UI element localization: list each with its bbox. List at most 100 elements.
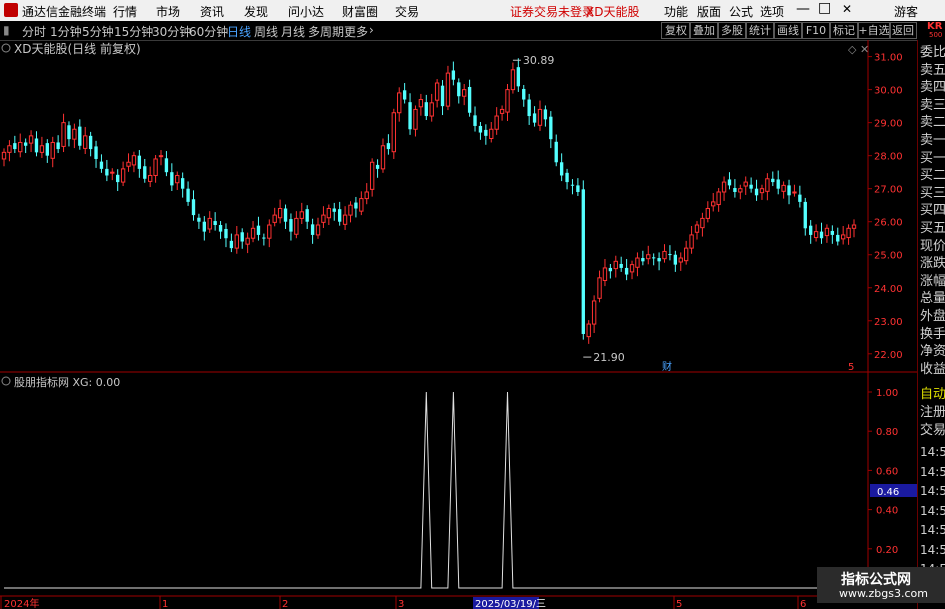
candle bbox=[342, 206, 348, 230]
period-5min[interactable]: 5分钟 bbox=[82, 23, 114, 40]
main-chart-label: XD天能股(日线 前复权) bbox=[14, 41, 141, 56]
menu-hangqing[interactable]: 行情 bbox=[113, 3, 137, 20]
chevron-right-icon[interactable]: › bbox=[369, 23, 374, 37]
f10-button[interactable]: F10 bbox=[801, 22, 831, 39]
candle bbox=[516, 58, 521, 92]
indicator-collapse-icon[interactable] bbox=[1, 376, 11, 386]
side-lower-label[interactable]: 交易 bbox=[920, 419, 945, 438]
overlay-button[interactable]: 叠加 bbox=[689, 22, 719, 39]
candle bbox=[424, 94, 428, 121]
price-axis: 22.00 23.00 24.00 25.00 26.00 27.00 28.00 29.00… bbox=[868, 53, 903, 361]
period-1min[interactable]: 1分钟 bbox=[50, 23, 82, 40]
period-30min[interactable]: 30分钟 bbox=[152, 23, 191, 40]
side-row-label: 买一 bbox=[920, 150, 945, 166]
mark-button[interactable]: 标记 bbox=[829, 22, 859, 39]
candle bbox=[813, 224, 819, 242]
candle bbox=[597, 270, 602, 303]
candle bbox=[494, 107, 499, 135]
menu-faxian[interactable]: 发现 bbox=[244, 3, 268, 20]
candle bbox=[321, 206, 326, 228]
candle bbox=[23, 138, 28, 154]
period-menu-icon[interactable]: ▮ bbox=[3, 23, 10, 37]
menu-gongneng[interactable]: 功能 bbox=[664, 3, 688, 20]
candle bbox=[289, 213, 293, 241]
candle bbox=[250, 221, 256, 243]
guest-label[interactable]: 游客 bbox=[894, 3, 918, 20]
period-day[interactable]: 日线 bbox=[227, 23, 251, 40]
back-button[interactable]: 返回 bbox=[889, 22, 917, 39]
menu-wenxiaoda[interactable]: 问小达 bbox=[288, 3, 324, 20]
candle bbox=[180, 172, 185, 198]
candle bbox=[689, 226, 694, 254]
candle bbox=[99, 154, 104, 173]
fuquan-button[interactable]: 复权 bbox=[661, 22, 691, 39]
statistics-button[interactable]: 统计 bbox=[745, 22, 775, 39]
period-15min[interactable]: 15分钟 bbox=[114, 23, 153, 40]
menu-gongshi[interactable]: 公式 bbox=[729, 3, 753, 20]
menu-shichang[interactable]: 市场 bbox=[156, 3, 180, 20]
candle bbox=[120, 161, 126, 187]
side-panel-header: KR 500 bbox=[918, 21, 945, 40]
candle bbox=[283, 204, 288, 229]
period-week[interactable]: 周线 bbox=[254, 23, 278, 40]
candle bbox=[191, 190, 196, 221]
candle bbox=[413, 105, 418, 137]
candle bbox=[28, 130, 34, 153]
financial-report-marker[interactable]: 财 bbox=[662, 360, 672, 373]
candle bbox=[711, 192, 716, 212]
pane-close-icon[interactable]: ✕ bbox=[860, 43, 869, 56]
side-lower-label[interactable]: 注册 bbox=[920, 401, 945, 420]
period-multi[interactable]: 多周期 bbox=[308, 23, 344, 40]
candle bbox=[110, 168, 115, 181]
period-60min[interactable]: 60分钟 bbox=[189, 23, 228, 40]
candle bbox=[277, 199, 283, 224]
candle bbox=[137, 150, 142, 178]
candle bbox=[792, 184, 797, 197]
close-icon[interactable]: ✕ bbox=[842, 2, 852, 16]
candle bbox=[61, 113, 66, 153]
side-row-label: 买四 bbox=[920, 203, 945, 219]
price-tick-label: 27.00 bbox=[874, 185, 903, 196]
indicator-tick-label: 0.20 bbox=[876, 545, 898, 556]
price-tick-label: 26.00 bbox=[874, 218, 903, 229]
candle bbox=[602, 259, 608, 287]
menu-xuanxiang[interactable]: 选项 bbox=[760, 3, 784, 20]
candle bbox=[310, 218, 315, 244]
pane-collapse-icon[interactable] bbox=[1, 43, 11, 53]
candlestick-series bbox=[1, 58, 857, 344]
period-more[interactable]: 更多 bbox=[344, 23, 368, 40]
candle bbox=[256, 216, 261, 241]
menu-jiaoyi[interactable]: 交易 bbox=[395, 3, 419, 20]
watermark-url: www.zbgs3.com bbox=[839, 587, 928, 600]
candle bbox=[836, 227, 840, 246]
maximize-icon[interactable]: □ bbox=[818, 0, 831, 16]
settings-diamond-icon[interactable]: ◇ bbox=[848, 43, 857, 56]
candle bbox=[305, 205, 309, 229]
title-bar: 通达信金融终端 行情 市场 资讯 发现 问小达 财富圈 交易 证券交易未登录 X… bbox=[0, 0, 945, 21]
period-month[interactable]: 月线 bbox=[281, 23, 305, 40]
chart-area[interactable]: XD天能股(日线 前复权) 股朋指标网 XG: 0.00 ◇ ✕ 22.0023… bbox=[0, 40, 917, 609]
period-fenshi[interactable]: 分时 bbox=[22, 23, 46, 40]
add-watchlist-button[interactable]: +自选 bbox=[857, 22, 891, 39]
draw-line-button[interactable]: 画线 bbox=[773, 22, 803, 39]
candle bbox=[749, 177, 753, 193]
minimize-icon[interactable]: — bbox=[796, 1, 810, 17]
menu-zixun[interactable]: 资讯 bbox=[200, 3, 224, 20]
multi-stock-button[interactable]: 多股 bbox=[717, 22, 747, 39]
side-time-label: 14:56 bbox=[920, 503, 945, 518]
candle bbox=[391, 108, 396, 159]
candle bbox=[608, 263, 613, 279]
menu-caifuquan[interactable]: 财富圈 bbox=[342, 3, 378, 20]
side-row-label: 卖一 bbox=[920, 133, 945, 148]
candle bbox=[78, 119, 82, 150]
side-lower-label[interactable]: 自动 bbox=[920, 383, 945, 402]
candle bbox=[88, 131, 93, 157]
candle bbox=[591, 295, 597, 333]
candle bbox=[197, 213, 201, 229]
candle bbox=[440, 80, 445, 116]
menu-banmian[interactable]: 版面 bbox=[697, 3, 721, 20]
candle bbox=[700, 212, 705, 237]
indicator-axis: 0.20 0.40 0.60 0.80 1.00 bbox=[868, 388, 898, 556]
x-axis-labels: 2024年 1 2 3 2025/03/19/三 5 6 bbox=[0, 596, 806, 609]
login-notice[interactable]: 证券交易未登录 bbox=[510, 3, 594, 20]
